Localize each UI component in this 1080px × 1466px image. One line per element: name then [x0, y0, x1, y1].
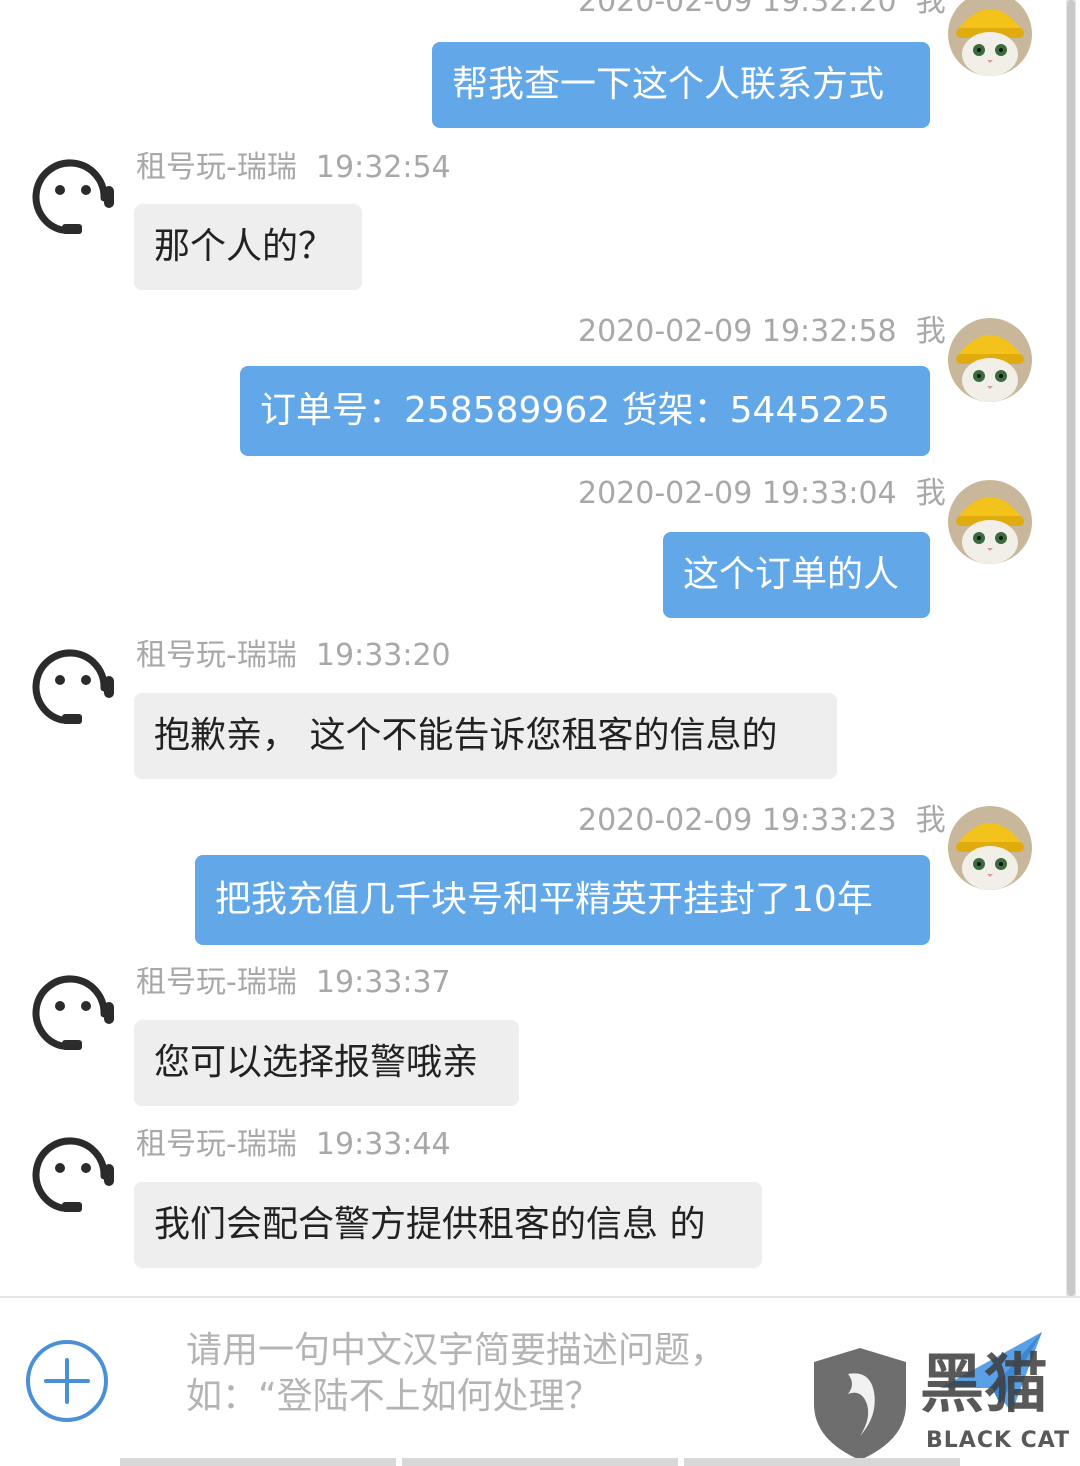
- bottom-quick-bar: [120, 1458, 960, 1466]
- quick-bar-segment[interactable]: [684, 1458, 960, 1466]
- plus-circle-icon: [26, 1340, 108, 1422]
- headset-face-icon: [32, 159, 114, 234]
- user-avatar[interactable]: [948, 480, 1032, 564]
- outgoing-message-bubble[interactable]: 把我充值几千块号和平精英开挂封了10年: [195, 855, 930, 945]
- add-attachment-button[interactable]: [24, 1338, 110, 1424]
- message-meta: 2020-02-09 19:32:20 我: [578, 0, 946, 19]
- outgoing-message-bubble[interactable]: 订单号：258589962 货架：5445225: [240, 366, 930, 456]
- incoming-message-bubble[interactable]: 我们会配合警方提供租客的信息 的: [134, 1182, 762, 1268]
- agent-avatar: [32, 1132, 118, 1218]
- user-avatar[interactable]: [948, 806, 1032, 890]
- headset-face-icon: [32, 975, 114, 1050]
- cat-avatar-icon: [948, 806, 1032, 890]
- message-input[interactable]: 请用一句中文汉字简要描述问题， 如：“登陆不上如何处理？: [186, 1328, 786, 1420]
- cat-avatar-icon: [948, 0, 1032, 76]
- headset-face-icon: [32, 1137, 114, 1212]
- watermark-en-text: BLACK CAT: [926, 1428, 1071, 1453]
- incoming-message-bubble[interactable]: 抱歉亲， 这个不能告诉您租客的信息的: [134, 693, 837, 779]
- message-meta: 租号玩-瑞瑞 19:33:37: [136, 965, 451, 1000]
- user-avatar[interactable]: [948, 0, 1032, 76]
- agent-avatar: [32, 970, 118, 1056]
- agent-avatar: [32, 644, 118, 730]
- message-meta: 租号玩-瑞瑞 19:33:20: [136, 638, 451, 673]
- incoming-message-bubble[interactable]: 您可以选择报警哦亲: [134, 1020, 519, 1106]
- black-cat-watermark: 黑猫 BLACK CAT: [808, 1344, 1080, 1464]
- cat-avatar-icon: [948, 318, 1032, 402]
- message-meta: 租号玩-瑞瑞 19:32:54: [136, 150, 451, 185]
- chat-screen: 2020-02-09 19:32:20 我 帮我查一下这个人联系方式 租号玩-瑞…: [0, 0, 1080, 1466]
- outgoing-message-bubble[interactable]: 帮我查一下这个人联系方式: [432, 42, 930, 128]
- agent-avatar: [32, 154, 118, 240]
- scrollbar-thumb[interactable]: [1067, 0, 1075, 1296]
- shield-cat-logo-icon: [814, 1348, 906, 1460]
- message-meta: 2020-02-09 19:33:04 我: [578, 476, 946, 511]
- quick-bar-segment[interactable]: [120, 1458, 396, 1466]
- quick-bar-segment[interactable]: [402, 1458, 678, 1466]
- cat-avatar-icon: [948, 480, 1032, 564]
- message-meta: 2020-02-09 19:32:58 我: [578, 314, 946, 349]
- watermark-cn-text: 黑猫: [920, 1348, 1048, 1422]
- user-avatar[interactable]: [948, 318, 1032, 402]
- message-meta: 租号玩-瑞瑞 19:33:44: [136, 1127, 451, 1162]
- message-meta: 2020-02-09 19:33:23 我: [578, 803, 946, 838]
- incoming-message-bubble[interactable]: 那个人的？: [134, 204, 362, 290]
- outgoing-message-bubble[interactable]: 这个订单的人: [663, 532, 930, 618]
- headset-face-icon: [32, 649, 114, 724]
- input-bar: 请用一句中文汉字简要描述问题， 如：“登陆不上如何处理？ 黑猫 BLACK CA…: [0, 1298, 1080, 1466]
- message-list[interactable]: 2020-02-09 19:32:20 我 帮我查一下这个人联系方式 租号玩-瑞…: [0, 0, 1066, 1296]
